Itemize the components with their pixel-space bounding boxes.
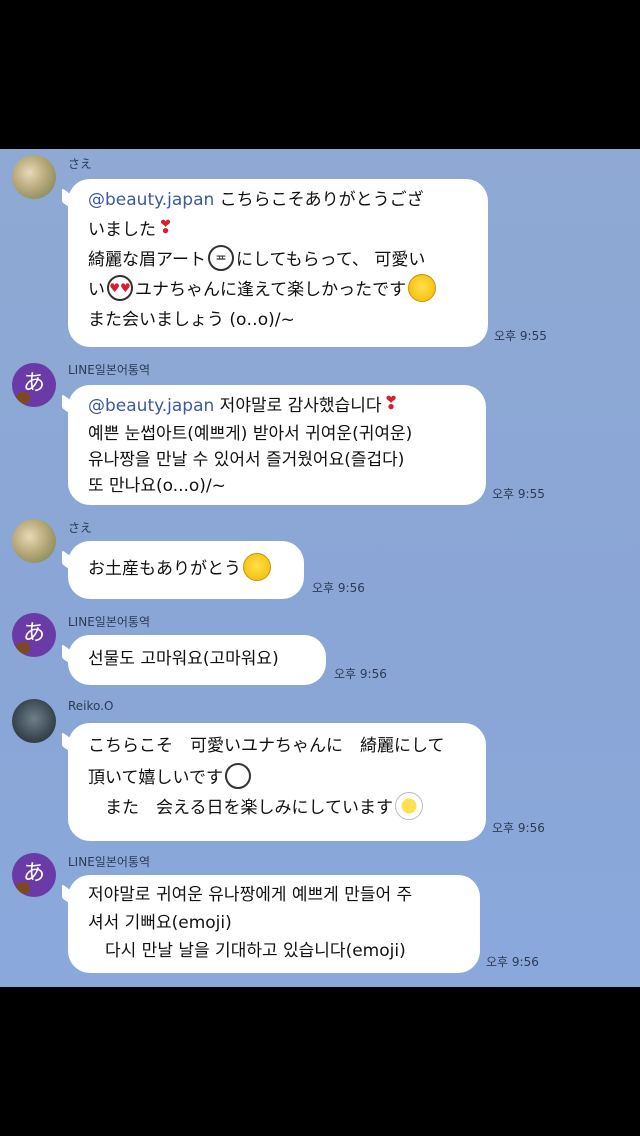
message-text: いました — [88, 220, 156, 240]
sender-name: さえ — [68, 521, 93, 535]
timestamp: 오후 9:55 — [492, 487, 545, 501]
flower-icon — [394, 792, 423, 820]
smiling-face-icon — [224, 763, 251, 789]
message-text: い — [88, 280, 105, 300]
sender-name: LINE일본어통역 — [68, 615, 150, 629]
message-text: 셔서 기뻐요(emoji) — [88, 913, 232, 933]
timestamp: 오후 9:56 — [492, 821, 545, 835]
message-bubble[interactable]: お土産もありがとう — [68, 541, 304, 599]
chat-area[interactable]: さえ @beauty.japan こちらこそありがとうござ いました ❣ 綺麗な眉… — [0, 149, 640, 987]
timestamp: 오후 9:56 — [486, 955, 539, 969]
timestamp: 오후 9:56 — [312, 581, 365, 595]
message-bubble[interactable]: 선물도 고마워요(고마워요) — [68, 635, 326, 685]
message-text: にしてもらって、 可愛い — [235, 250, 426, 270]
timestamp: 오후 9:56 — [334, 667, 387, 681]
sender-name: さえ — [68, 157, 93, 171]
avatar-line-translator[interactable]: あ — [12, 613, 56, 657]
heart-icon: ❣ — [383, 393, 399, 414]
mention-link[interactable]: @beauty.japan — [88, 396, 214, 416]
message-text: お土産もありがとう — [88, 559, 241, 579]
smug-face-icon: ≖ — [207, 245, 234, 271]
avatar-sae[interactable] — [12, 519, 56, 563]
bear-icon — [16, 882, 30, 894]
message-text: また会いましょう (o‥o)/~ — [88, 310, 295, 330]
message-text: 다시 만날 날을 기대하고 있습니다(emoji) — [88, 941, 406, 961]
message-text: こちらこそ 可愛いユナちゃんに 綺麗にして — [88, 736, 445, 756]
avatar-reiko[interactable] — [12, 699, 56, 743]
sender-name: LINE일본어통역 — [68, 363, 150, 377]
bear-icon — [16, 642, 30, 654]
message-text: また 会える日を楽しみにしています — [88, 798, 393, 818]
message-text: 또 만나요(o...o)/~ — [88, 476, 226, 496]
avatar-line-translator[interactable]: あ — [12, 363, 56, 407]
avatar-sae[interactable] — [12, 155, 56, 199]
message-bubble[interactable]: 저야말로 귀여운 유나짱에게 예쁘게 만들어 주 셔서 기뻐요(emoji) 다… — [68, 875, 480, 973]
message-text: こちらこそありがとうござ — [214, 190, 424, 210]
bear-icon — [16, 392, 30, 404]
timestamp: 오후 9:55 — [494, 329, 547, 343]
sender-name: LINE일본어통역 — [68, 855, 150, 869]
heart-icon: ❣ — [158, 217, 174, 238]
avatar-line-translator[interactable]: あ — [12, 853, 56, 897]
message-text: 유나짱을 만날 수 있어서 즐거웠어요(즐겁다) — [88, 450, 405, 470]
message-text: 頂いて嬉しいです — [88, 768, 223, 788]
message-text: 綺麗な眉アート — [88, 250, 206, 270]
message-text: 저야말로 감사했습니다 — [214, 396, 382, 416]
message-text: ユナちゃんに逢えて楽しかったです — [135, 280, 407, 300]
message-bubble[interactable]: こちらこそ 可愛いユナちゃんに 綺麗にして 頂いて嬉しいです また 会える日を楽… — [68, 723, 486, 841]
mention-link[interactable]: @beauty.japan — [88, 190, 214, 210]
chick-sticker-icon — [243, 553, 271, 581]
message-text: 저야말로 귀여운 유나짱에게 예쁘게 만들어 주 — [88, 885, 413, 905]
message-bubble[interactable]: @beauty.japan 저야말로 감사했습니다 ❣ 예쁜 눈썹아트(예쁘게) … — [68, 385, 486, 505]
message-text: 예쁜 눈썹아트(예쁘게) 받아서 귀여운(귀여운) — [88, 424, 413, 444]
sender-name: Reiko.O — [68, 699, 114, 713]
chick-sticker-icon — [408, 274, 437, 302]
heart-eyes-icon: ♥♥ — [107, 275, 133, 301]
message-text: 선물도 고마워요(고마워요) — [88, 649, 279, 669]
message-bubble[interactable]: @beauty.japan こちらこそありがとうござ いました ❣ 綺麗な眉アート… — [68, 179, 488, 347]
